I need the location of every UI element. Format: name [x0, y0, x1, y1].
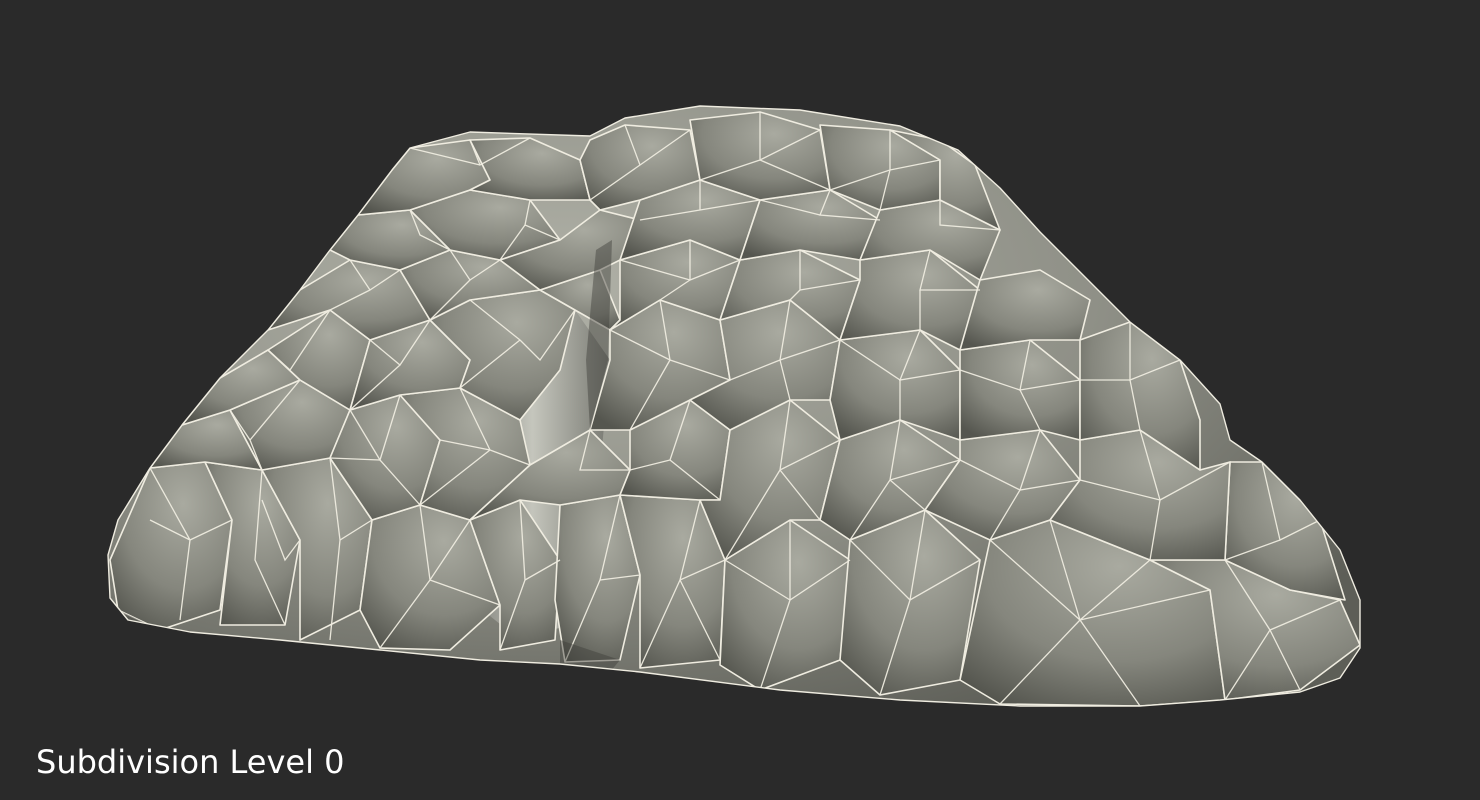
render-viewport: Subdivision Level 0	[0, 0, 1480, 800]
subdivision-level-caption: Subdivision Level 0	[36, 743, 345, 781]
rock-pile-wireframe-render	[107, 105, 1361, 707]
rock-pile	[107, 105, 1361, 707]
